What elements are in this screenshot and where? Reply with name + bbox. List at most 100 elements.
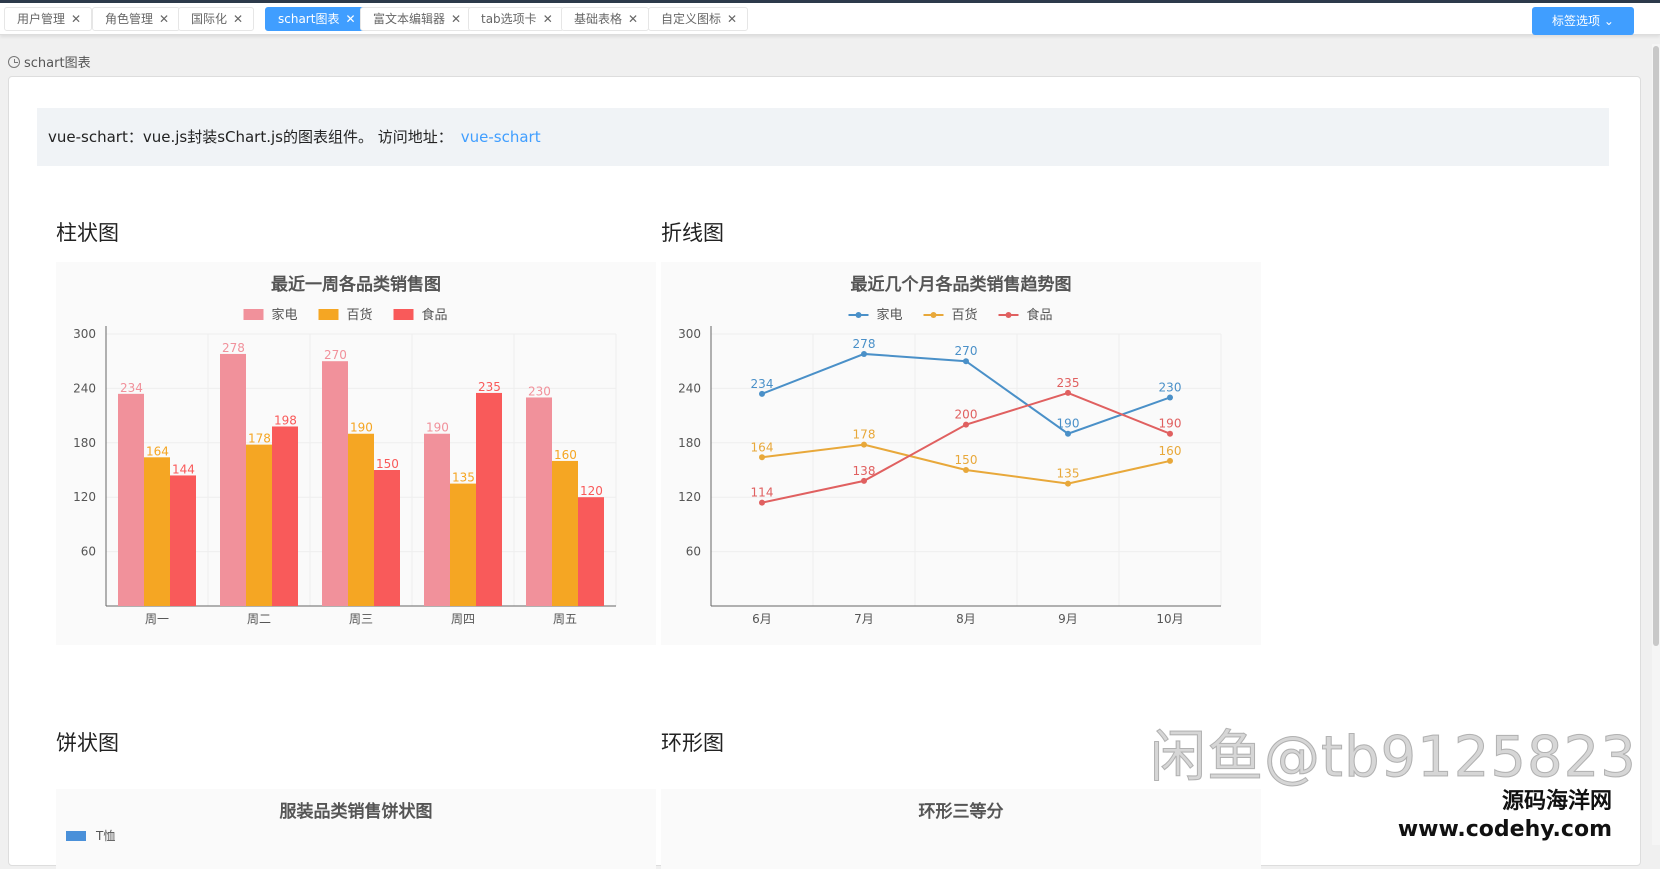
data-point [1167, 394, 1173, 401]
legend-dot [855, 312, 862, 318]
y-tick-label: 120 [678, 490, 701, 504]
close-icon[interactable]: ✕ [233, 12, 243, 26]
tag-options-label: 标签选项 [1552, 14, 1601, 28]
data-point [1167, 430, 1173, 437]
data-point [1167, 457, 1173, 464]
data-label: 234 [751, 377, 774, 391]
data-label: 230 [1159, 380, 1182, 394]
watermark-text: 闲鱼@tb9125823 [1150, 725, 1637, 791]
data-label: 278 [853, 337, 876, 351]
tab-6[interactable]: 基础表格 ✕ [561, 7, 650, 31]
data-label: 160 [1159, 444, 1182, 458]
x-tick-label: 9月 [1058, 612, 1078, 626]
y-tick-label: 120 [73, 490, 96, 504]
data-label: 198 [274, 413, 297, 427]
data-label: 150 [955, 453, 978, 467]
bar [374, 470, 400, 606]
bar [424, 433, 450, 606]
legend-label: 百货 [347, 307, 373, 323]
tab-4[interactable]: 富文本编辑器 ✕ [360, 7, 473, 31]
data-label: 178 [248, 432, 271, 446]
watermark-site-url: www.codehy.com [1397, 817, 1612, 842]
bar-chart: 最近一周各品类销售图家电 百货 食品 60 120 180 240 300 周一 周二 周三 周四 周五… [73, 274, 617, 626]
tab-7[interactable]: 自定义图标 ✕ [648, 7, 749, 31]
data-label: 144 [172, 462, 195, 476]
tab-0[interactable]: 用户管理 ✕ [4, 7, 93, 31]
y-tick-label: 240 [73, 381, 96, 395]
legend-swatch [66, 830, 86, 841]
section-title-bar: 柱状图 [56, 221, 119, 245]
close-icon[interactable]: ✕ [71, 12, 81, 26]
tab-5[interactable]: tab选项卡 ✕ [468, 7, 564, 31]
tab-label: 自定义图标 [661, 12, 722, 26]
legend-label: 家电 [272, 307, 298, 323]
data-label: 135 [1057, 467, 1080, 481]
x-tick-label: 周四 [451, 612, 475, 626]
x-tick-label: 8月 [956, 612, 976, 626]
data-label: 164 [751, 440, 774, 454]
legend-dot [930, 312, 937, 318]
tab-label: tab选项卡 [481, 12, 537, 26]
line-chart-box: 最近几个月各品类销售趋势图 家电 百货 食品 60 120 180 240 300 6月 7月 8月 9… [661, 262, 1261, 645]
tab-3[interactable]: schart图表 ✕ [265, 7, 367, 31]
x-tick-label: 7月 [854, 612, 874, 626]
tab-2[interactable]: 国际化 ✕ [178, 7, 255, 31]
bar [170, 475, 196, 606]
tab-label: 富文本编辑器 [373, 12, 446, 26]
close-icon[interactable]: ✕ [543, 12, 553, 26]
data-label: 190 [1057, 417, 1080, 431]
close-icon[interactable]: ✕ [159, 12, 169, 26]
data-label: 114 [751, 486, 774, 500]
bar [220, 353, 246, 606]
data-point [963, 358, 969, 365]
tag-options-button[interactable]: 标签选项 ⌄ [1532, 7, 1634, 35]
pie-chart-box: 服装品类销售饼状图 T恤 [56, 789, 656, 869]
data-label: 270 [955, 344, 978, 358]
legend-label: 食品 [1027, 307, 1053, 323]
legend-swatch [318, 309, 339, 320]
tab-label: 角色管理 [105, 12, 154, 26]
data-point [759, 499, 765, 506]
line-chart: 最近几个月各品类销售趋势图家电 百货 食品 60 120 180 240 300 6月 7月 8月 9… [678, 274, 1222, 626]
bar [578, 497, 604, 606]
bar [322, 361, 348, 606]
bar [552, 460, 578, 606]
x-tick-label: 6月 [752, 612, 772, 626]
data-point [759, 454, 765, 461]
close-icon[interactable]: ✕ [451, 12, 461, 26]
y-tick-label: 60 [81, 545, 96, 559]
data-label: 278 [222, 341, 245, 355]
y-tick-label: 60 [686, 545, 701, 559]
x-tick-label: 周二 [247, 612, 271, 626]
data-label: 235 [1057, 376, 1080, 390]
close-icon[interactable]: ✕ [345, 12, 355, 26]
data-point [1065, 430, 1071, 437]
chevron-down-icon: ⌄ [1603, 14, 1614, 28]
section-title-pie: 饼状图 [56, 731, 119, 755]
data-point [861, 441, 867, 448]
data-label: 138 [853, 464, 876, 478]
x-tick-label: 周一 [145, 612, 169, 626]
legend-label: 百货 [952, 307, 978, 323]
data-label: 190 [426, 421, 449, 435]
vue-schart-link[interactable]: vue-schart [461, 128, 541, 146]
y-tick-label: 300 [73, 327, 96, 341]
close-icon[interactable]: ✕ [628, 12, 638, 26]
legend-label: 家电 [877, 307, 903, 323]
scrollbar-thumb[interactable] [1653, 46, 1659, 646]
close-icon[interactable]: ✕ [727, 12, 737, 26]
bar [272, 426, 298, 606]
bar [246, 444, 272, 606]
data-point [1065, 389, 1071, 396]
y-tick-label: 180 [73, 436, 96, 450]
bar [476, 392, 502, 606]
data-label: 234 [120, 381, 143, 395]
x-tick-label: 周三 [349, 612, 373, 626]
data-label: 200 [955, 408, 978, 422]
data-label: 120 [580, 484, 603, 498]
tab-label: 基础表格 [574, 12, 623, 26]
bar [450, 483, 476, 606]
data-point [963, 467, 969, 473]
tab-1[interactable]: 角色管理 ✕ [92, 7, 181, 31]
data-point [963, 421, 969, 428]
